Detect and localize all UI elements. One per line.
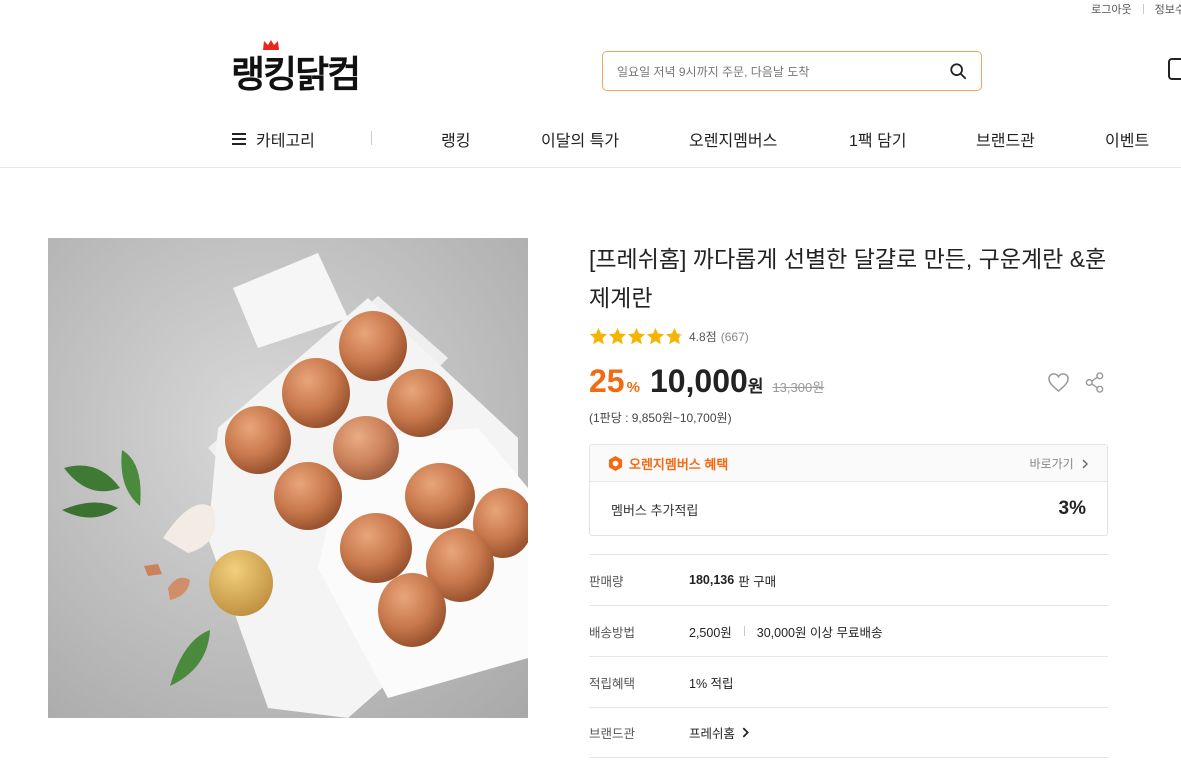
- sale-price: 10,000원: [649, 363, 764, 399]
- product-title: [프레쉬홈] 까다롭게 선별한 달걀로 만든, 구운계란 &훈제계란: [589, 246, 1107, 311]
- membership-link[interactable]: 바로가기: [1029, 455, 1089, 472]
- header-divider: [0, 167, 1181, 168]
- spec-label: 적립혜택: [589, 676, 636, 691]
- spec-row-points: 적립혜택 1% 적립: [589, 656, 1108, 707]
- spec-row-brand: 브랜드관 프레쉬홈: [589, 707, 1108, 758]
- category-label: 카테고리: [256, 133, 315, 150]
- spec-value: 180,136 판 구매: [689, 573, 777, 589]
- membership-label: 멤버스 추가적립: [611, 502, 699, 518]
- nav-item-monthly-deal[interactable]: 이달의 특가: [541, 127, 619, 151]
- star-rating: [589, 327, 684, 346]
- nav-item-events[interactable]: 이벤트: [1105, 127, 1149, 151]
- spec-label: 배송방법: [589, 625, 636, 640]
- membership-badge-icon: [608, 455, 623, 471]
- spec-row-shipping: 배송방법 2,500원 30,000원 이상 무료배송: [589, 605, 1108, 656]
- nav-item-ranking[interactable]: 랭킹: [441, 127, 470, 151]
- star-icon: [608, 327, 627, 345]
- heart-icon[interactable]: [1047, 372, 1070, 393]
- utility-bar: 로그아웃 정보수: [1080, 0, 1181, 18]
- nav-item-orange-members[interactable]: 오렌지멤버스: [689, 127, 777, 151]
- star-icon: [627, 327, 646, 345]
- nav-item-one-pack[interactable]: 1팩 담기: [849, 127, 907, 151]
- membership-body: 멤버스 추가적립 3%: [590, 482, 1107, 536]
- product-specs: 판매량 180,136 판 구매 배송방법 2,500원 30,000원 이상 무료…: [589, 554, 1108, 758]
- star-icon: [646, 327, 665, 345]
- menu-icon: [232, 133, 246, 145]
- category-menu[interactable]: 카테고리: [232, 127, 315, 151]
- spec-value: 2,500원 30,000원 이상 무료배송: [689, 625, 883, 640]
- share-icon[interactable]: [1085, 372, 1105, 393]
- membership-value: 3%: [1058, 498, 1086, 519]
- spec-label: 판매량: [589, 574, 624, 589]
- info-link[interactable]: 정보수: [1144, 1, 1181, 17]
- membership-benefit-box: 오렌지멤버스 혜택 바로가기 멤버스 추가적립 3%: [589, 444, 1108, 536]
- star-icon: [589, 327, 608, 345]
- search-icon[interactable]: [949, 62, 967, 80]
- spec-label: 브랜드관: [589, 727, 636, 741]
- per-pack-price: (1판당 : 9,850원~10,700원): [589, 411, 732, 425]
- product-rating[interactable]: 4.8점 (667): [589, 327, 749, 346]
- chevron-right-icon: [1082, 459, 1088, 468]
- logout-link[interactable]: 로그아웃: [1080, 1, 1142, 17]
- site-logo[interactable]: 랭킹닭컴: [231, 44, 361, 98]
- spec-value: 1% 적립: [689, 676, 734, 691]
- chevron-right-icon: [742, 727, 749, 738]
- search-box[interactable]: 일요일 저녁 9시까지 주문, 다음날 도착: [602, 51, 982, 91]
- search-input[interactable]: 일요일 저녁 9시까지 주문, 다음날 도착: [617, 63, 949, 80]
- review-count[interactable]: (667): [721, 330, 749, 344]
- price-line: 25% 10,000원 13,300원: [589, 363, 824, 400]
- spec-row-sales: 판매량 180,136 판 구매: [589, 554, 1108, 605]
- brand-link[interactable]: 프레쉬홈: [689, 723, 750, 742]
- membership-title: 오렌지멤버스 혜택: [629, 456, 729, 472]
- membership-header: 오렌지멤버스 혜택 바로가기: [590, 445, 1107, 482]
- product-image: [48, 238, 528, 718]
- original-price: 13,300원: [772, 380, 825, 395]
- nav-item-brands[interactable]: 브랜드관: [976, 127, 1035, 151]
- discount-rate: 25%: [589, 363, 640, 399]
- cart-icon[interactable]: [1168, 58, 1181, 80]
- star-icon: [665, 327, 684, 345]
- main-nav: 카테고리 랭킹 이달의 특가 오렌지멤버스 1팩 담기 브랜드관 이벤트: [0, 127, 1181, 151]
- nav-divider: [371, 131, 372, 145]
- rating-score: 4.8점: [689, 330, 717, 344]
